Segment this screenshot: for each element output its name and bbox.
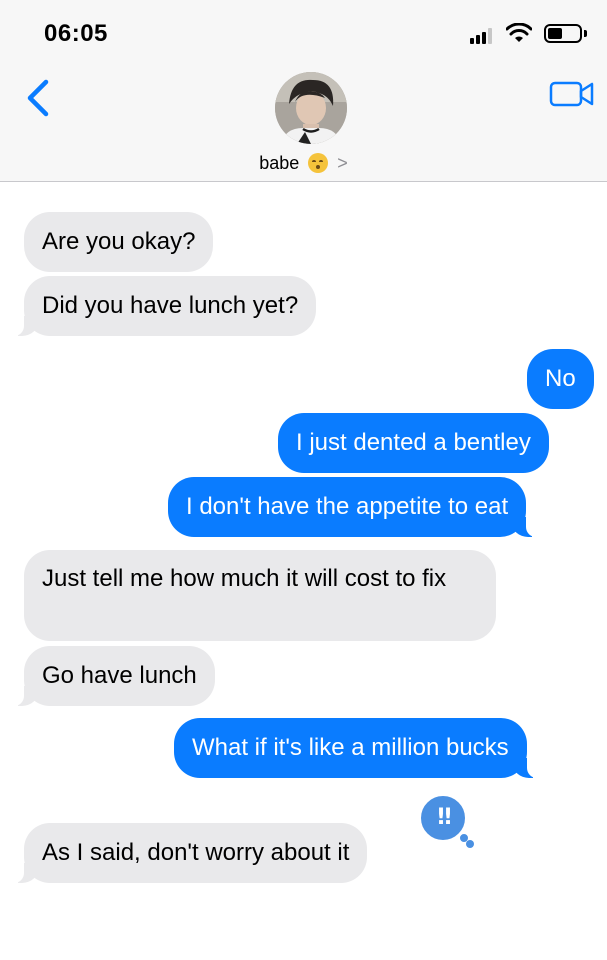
status-bar: 06:05: [0, 0, 607, 64]
wifi-icon: [506, 23, 532, 42]
battery-icon: [544, 24, 582, 43]
message-text: What if it's like a million bucks: [192, 734, 509, 761]
message-text: Just tell me how much it will cost to fi…: [42, 565, 447, 592]
message-bubble-incoming[interactable]: Just tell me how much it will cost to fi…: [24, 550, 496, 641]
message-text: I don't have the appetite to eat: [186, 493, 509, 520]
message-text: Did you have lunch yet?: [42, 292, 299, 319]
message-bubble-outgoing[interactable]: I don't have the appetite to eat: [168, 477, 539, 537]
message-bubble-outgoing[interactable]: No: [527, 349, 594, 409]
tapback-tail-dot-small: [466, 840, 474, 848]
message-bubble-outgoing[interactable]: I just dented a bentley: [278, 413, 549, 473]
conversation-header: babe >: [0, 64, 607, 182]
message-text: Go have lunch: [42, 662, 197, 689]
message-bubble-incoming[interactable]: As I said, don't worry about it: [11, 823, 368, 883]
contact-name: babe: [259, 152, 300, 173]
message-text: As I said, don't worry about it: [42, 839, 350, 866]
emphasis-tapback-icon[interactable]: !!: [418, 793, 468, 843]
chevron-right-icon: >: [337, 152, 348, 173]
tapback-glyph: !!: [435, 805, 453, 830]
kissing-face-emoji-icon: [308, 153, 329, 174]
contact-name-button[interactable]: babe >: [0, 152, 607, 174]
contact-avatar[interactable]: [275, 72, 347, 144]
message-bubble-incoming[interactable]: Did you have lunch yet?: [11, 276, 317, 336]
status-time: 06:05: [44, 20, 108, 47]
message-bubble-incoming[interactable]: Are you okay?: [24, 212, 214, 272]
avatar-photo: [275, 72, 347, 144]
message-bubble-incoming[interactable]: Go have lunch: [12, 646, 215, 706]
cellular-signal-icon: [470, 28, 496, 44]
message-text: Are you okay?: [42, 228, 196, 255]
video-camera-icon[interactable]: [548, 78, 596, 110]
back-chevron-icon[interactable]: [22, 78, 58, 118]
message-bubble-outgoing[interactable]: What if it's like a million bucks: [174, 718, 539, 778]
message-text: No: [545, 365, 576, 392]
message-text: I just dented a bentley: [296, 429, 531, 456]
battery-cap: [584, 30, 587, 37]
